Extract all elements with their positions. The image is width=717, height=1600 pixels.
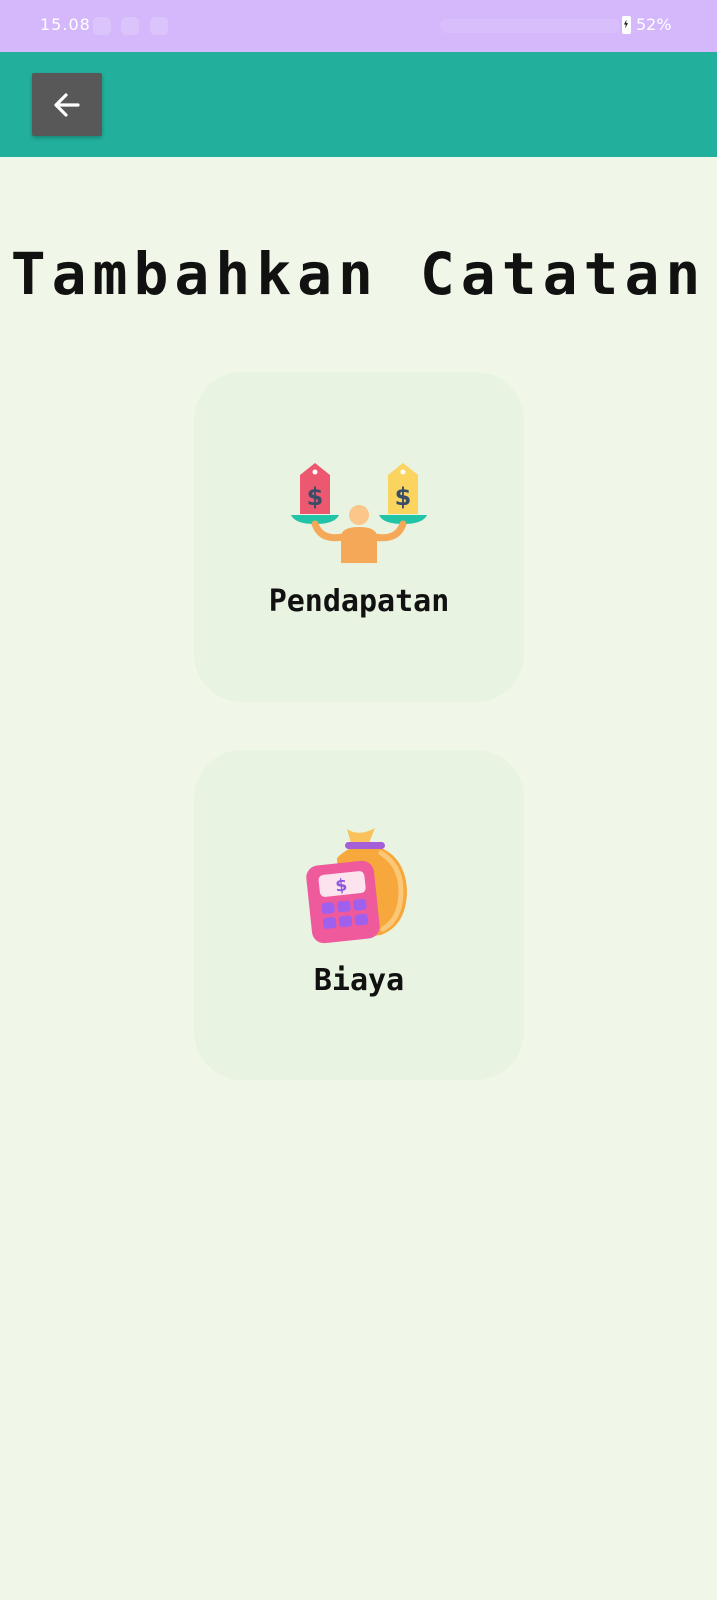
svg-text:$: $: [307, 483, 324, 511]
expense-option-label: Biaya: [313, 963, 405, 998]
income-option-card[interactable]: $ $ Pendapatan: [194, 372, 524, 702]
status-bar: 15.08 52%: [0, 0, 717, 52]
back-button[interactable]: [32, 73, 102, 136]
signal-wifi-icons: [440, 19, 620, 33]
status-time: 15.08: [40, 15, 91, 34]
arrow-left-icon: [54, 92, 80, 117]
notification-icon: [150, 17, 168, 35]
battery-charging-icon: [622, 15, 631, 34]
notification-icon: [121, 17, 139, 35]
app-bar: [0, 52, 717, 157]
income-option-label: Pendapatan: [268, 584, 450, 619]
battery-indicator: 52%: [622, 15, 672, 34]
expense-option-card[interactable]: $ Biaya: [194, 750, 524, 1080]
money-bag-calculator-icon: $: [306, 828, 407, 944]
battery-percent: 52%: [636, 15, 672, 34]
notification-icon: [93, 17, 111, 35]
income-balance-icon: $ $: [291, 463, 427, 563]
svg-text:$: $: [395, 483, 412, 511]
page-title: Tambahkan Catatan: [10, 240, 707, 308]
svg-text:$: $: [334, 876, 348, 897]
